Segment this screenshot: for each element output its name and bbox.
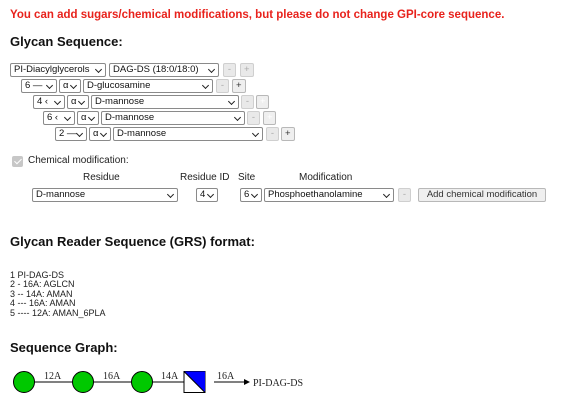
anomer-select[interactable]: α xyxy=(67,95,89,109)
anomer-select[interactable]: α xyxy=(89,127,111,141)
residue-select[interactable]: D-mannose xyxy=(101,111,245,125)
add-residue-button[interactable]: + xyxy=(263,111,276,125)
warning-message: You can add sugars/chemical modification… xyxy=(10,9,505,21)
remove-residue-button[interactable]: - xyxy=(247,111,260,125)
mannose-icon xyxy=(131,371,153,393)
arrowhead-icon xyxy=(244,379,250,385)
grs-heading: Glycan Reader Sequence (GRS) format: xyxy=(10,234,255,249)
add-residue-button[interactable]: + xyxy=(281,127,295,141)
mannose-icon xyxy=(72,371,94,393)
sequence-graph: 12A 16A 14A 16A PI-DAG-DS xyxy=(13,371,303,393)
edge-label: 16A xyxy=(217,371,235,382)
residue-select[interactable]: D-glucosamine xyxy=(83,79,213,93)
modification-column-header: Modification xyxy=(299,172,353,183)
remove-residue-button[interactable]: - xyxy=(241,95,254,109)
add-residue-button[interactable]: + xyxy=(232,79,246,93)
add-residue-button[interactable]: + xyxy=(240,63,254,77)
add-chemical-modification-button[interactable]: Add chemical modification xyxy=(418,188,546,202)
modification-select[interactable]: Phosphoethanolamine xyxy=(264,188,394,202)
chemical-modification-checkbox[interactable] xyxy=(12,156,23,167)
linkage-position-select[interactable]: 6 ‹ xyxy=(43,111,75,125)
grs-line: 5 ---- 12A: AMAN_6PLA xyxy=(10,307,106,318)
anomer-select[interactable]: α xyxy=(77,111,99,125)
remove-residue-button[interactable]: - xyxy=(266,127,279,141)
residue-id-select[interactable]: 4 xyxy=(196,188,218,202)
add-residue-button[interactable]: + xyxy=(256,95,269,109)
modification-residue-select[interactable]: D-mannose xyxy=(32,188,178,202)
glycan-sequence-heading: Glycan Sequence: xyxy=(10,34,123,49)
residue-id-column-header: Residue ID xyxy=(180,172,230,183)
chemical-modification-label: Chemical modification: xyxy=(28,155,129,166)
linkage-position-select[interactable]: 4 ‹ xyxy=(33,95,65,109)
mannose-icon xyxy=(13,371,35,393)
grs-sequence-text: 1 PI-DAG-DS 2 - 16A: AGLCN 3 -- 14A: AMAN 4… xyxy=(10,261,106,328)
linkage-position-select[interactable]: 2 — xyxy=(55,127,87,141)
sequence-graph-heading: Sequence Graph: xyxy=(10,340,118,355)
residue-select[interactable]: D-mannose xyxy=(91,95,239,109)
remove-residue-button[interactable]: - xyxy=(223,63,236,77)
remove-modification-button[interactable]: - xyxy=(398,188,411,202)
residue-column-header: Residue xyxy=(83,172,120,183)
terminal-label: PI-DAG-DS xyxy=(253,378,303,389)
residue-select[interactable]: D-mannose xyxy=(113,127,263,141)
edge-label: 14A xyxy=(161,371,179,382)
site-select[interactable]: 6 xyxy=(240,188,262,202)
linkage-position-select[interactable]: 6 — xyxy=(21,79,57,93)
edge-label: 12A xyxy=(44,371,62,382)
lipid-type-select[interactable]: PI-Diacylglycerols xyxy=(10,63,106,77)
lipid-species-select[interactable]: DAG-DS (18:0/18:0) xyxy=(109,63,219,77)
site-column-header: Site xyxy=(238,172,256,183)
remove-residue-button[interactable]: - xyxy=(216,79,229,93)
edge-label: 16A xyxy=(103,371,121,382)
anomer-select[interactable]: α xyxy=(59,79,81,93)
